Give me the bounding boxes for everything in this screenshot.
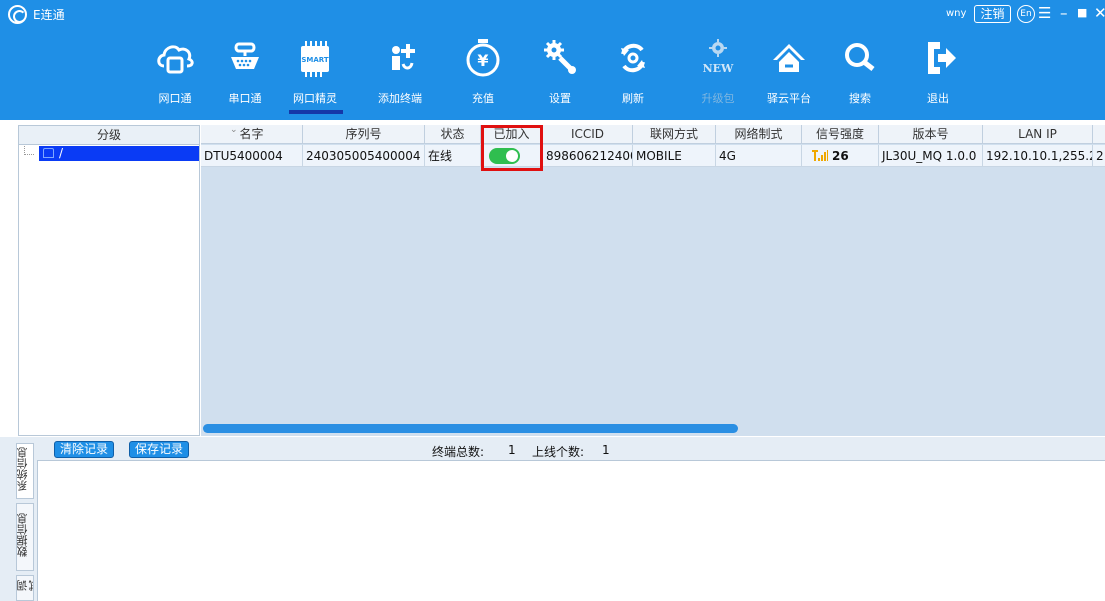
- online-devices-value: 1: [602, 443, 610, 457]
- toolbar-search[interactable]: 搜索: [825, 36, 895, 116]
- serial-port-icon: [231, 42, 259, 69]
- cloud-platform-icon: [773, 44, 805, 72]
- maximize-icon[interactable]: ■: [1077, 3, 1087, 23]
- toolbar-label: 搜索: [849, 92, 871, 105]
- toolbar-cloud-platform[interactable]: 驿云平台: [754, 36, 824, 116]
- column-header-version[interactable]: 版本号: [879, 125, 983, 144]
- close-icon[interactable]: ✕: [1094, 3, 1105, 23]
- upgrade-new-icon: NEW: [703, 39, 734, 75]
- exit-icon: [928, 42, 956, 74]
- table-header: ⌄ 名字 序列号 状态 已加入 ICCID 联网方式 网络制式 信号强度 版本号…: [201, 125, 1105, 144]
- toolbar-label: 添加终端: [378, 92, 422, 105]
- settings-icon: [544, 40, 576, 74]
- main-toolbar: 网口通 串口通 SMART 网口精灵 添加终端 ¥ 充值 设置 刷新 NEW 升…: [0, 28, 1105, 120]
- column-header-name[interactable]: ⌄ 名字: [201, 125, 303, 144]
- tab-system-info[interactable]: 系统信息: [16, 443, 34, 499]
- column-header-network-type[interactable]: 网络制式: [716, 125, 802, 144]
- total-devices-value: 1: [508, 443, 516, 457]
- new-badge: NEW: [703, 62, 734, 75]
- column-header-status[interactable]: 状态: [425, 125, 481, 144]
- toolbar-label: 升级包: [701, 92, 735, 105]
- column-header-lan-ip[interactable]: LAN IP: [983, 125, 1093, 144]
- cell-iccid: 8986062124001...: [543, 145, 633, 167]
- column-header-signal[interactable]: 信号强度: [802, 125, 879, 144]
- cell-lan-ip: 192.10.10.1,255.2...: [983, 145, 1093, 167]
- logout-button[interactable]: 注销: [974, 5, 1011, 23]
- save-log-button[interactable]: 保存记录: [129, 441, 190, 458]
- cell-signal: 26: [802, 145, 879, 167]
- tree-node-label: /: [59, 146, 64, 160]
- cell-version: JL30U_MQ 1.0.0: [879, 145, 983, 167]
- menu-icon[interactable]: ☰: [1038, 3, 1051, 23]
- tab-debug-info[interactable]: 调试信息: [16, 575, 34, 601]
- tree-node-root[interactable]: /: [39, 146, 199, 161]
- toolbar-label: 网口精灵: [293, 92, 337, 105]
- log-side-tabs: 系统信息 数据信息 调试信息: [0, 437, 37, 601]
- toolbar-label: 驿云平台: [767, 92, 811, 105]
- toolbar-label: 串口通: [228, 92, 262, 105]
- horizontal-scrollbar[interactable]: [203, 424, 738, 433]
- toolbar-recharge[interactable]: ¥ 充值: [448, 36, 518, 116]
- tab-data-info[interactable]: 数据信息: [16, 503, 34, 571]
- user-name: wny: [946, 8, 967, 19]
- app-logo-icon: [8, 5, 27, 24]
- title-bar: E连通 wny 注销 En ☰ – ■ ✕: [0, 0, 1105, 28]
- toolbar-exit[interactable]: 退出: [903, 36, 973, 116]
- total-devices-label: 终端总数:: [432, 445, 485, 459]
- toolbar-label: 刷新: [622, 92, 644, 105]
- add-device-icon: [392, 44, 415, 70]
- refresh-icon: [621, 43, 645, 73]
- column-header-iccid[interactable]: ICCID: [543, 125, 633, 144]
- column-header-network-mode[interactable]: 联网方式: [633, 125, 716, 144]
- annotation-highlight-box: [481, 125, 543, 171]
- column-header-label: 名字: [239, 127, 264, 141]
- app-title: E连通: [33, 8, 65, 22]
- clear-log-button[interactable]: 清除记录: [54, 441, 115, 458]
- cell-network-type: 4G: [716, 145, 802, 167]
- column-header-serial[interactable]: 序列号: [303, 125, 425, 144]
- active-tab-indicator: [289, 110, 343, 114]
- cell-name: DTU5400004: [201, 145, 303, 167]
- toolbar-add-device[interactable]: 添加终端: [365, 36, 435, 116]
- tree-connector: [24, 146, 34, 155]
- toolbar-smart-port[interactable]: SMART 网口精灵: [280, 36, 350, 116]
- column-header-extra: [1093, 125, 1105, 144]
- svg-text:¥: ¥: [477, 51, 488, 70]
- toolbar-settings[interactable]: 设置: [525, 36, 595, 116]
- toolbar-network-port[interactable]: 网口通: [140, 36, 210, 116]
- toolbar-label: 充值: [472, 92, 494, 105]
- tree-node-row[interactable]: /: [19, 146, 199, 162]
- cell-network-mode: MOBILE: [633, 145, 716, 167]
- minimize-icon[interactable]: –: [1060, 3, 1068, 23]
- toolbar-label: 设置: [549, 92, 571, 105]
- toolbar-serial-port[interactable]: 串口通: [210, 36, 280, 116]
- toolbar-refresh[interactable]: 刷新: [598, 36, 668, 116]
- toolbar-upgrade[interactable]: NEW 升级包: [683, 36, 753, 116]
- group-tree-panel: 分级 /: [18, 125, 200, 436]
- log-toolbar: 清除记录 保存记录 终端总数: 1 上线个数: 1: [37, 437, 1105, 461]
- signal-value: 26: [832, 149, 849, 163]
- cloud-network-icon: [157, 45, 194, 74]
- log-output-area[interactable]: [37, 461, 1105, 601]
- cell-extra: 2: [1096, 149, 1104, 163]
- online-devices-label: 上线个数:: [532, 445, 585, 459]
- table-row[interactable]: DTU5400004 240305005400004 在线 8986062124…: [201, 145, 1105, 167]
- toolbar-label: 退出: [927, 92, 949, 105]
- tree-header: 分级: [19, 126, 199, 145]
- signal-strength-icon: [812, 150, 828, 161]
- chip-text: SMART: [301, 56, 329, 64]
- cell-status: 在线: [425, 145, 481, 167]
- language-toggle-button[interactable]: En: [1017, 5, 1035, 23]
- search-icon: [845, 43, 875, 71]
- smart-chip-icon: SMART: [301, 41, 329, 77]
- device-table: ⌄ 名字 序列号 状态 已加入 ICCID 联网方式 网络制式 信号强度 版本号…: [201, 125, 1105, 436]
- cell-serial: 240305005400004: [303, 145, 425, 167]
- toolbar-label: 网口通: [158, 92, 192, 105]
- sort-caret-icon: ⌄: [230, 125, 238, 135]
- home-icon: [43, 148, 54, 158]
- recharge-icon: ¥: [466, 39, 500, 77]
